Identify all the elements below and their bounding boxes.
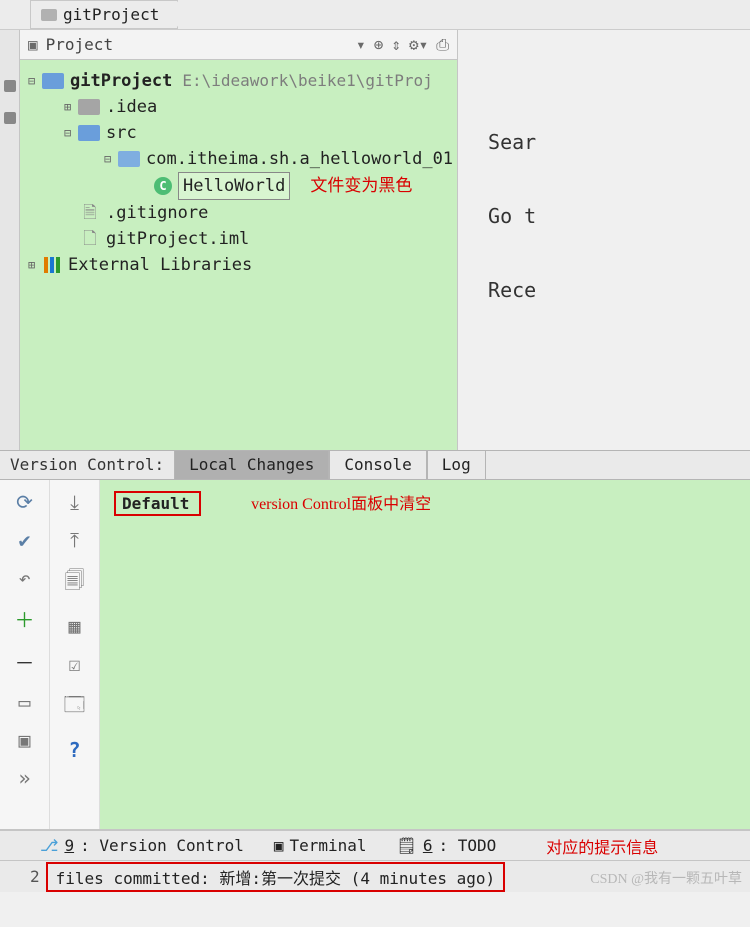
folder-icon — [78, 125, 100, 141]
expand-all-icon[interactable]: ⤓ — [70, 490, 79, 514]
folder-icon — [41, 9, 57, 21]
group-icon[interactable]: ▦ — [68, 614, 80, 638]
tab-log[interactable]: Log — [427, 451, 486, 479]
status-message: files committed: 新增:第一次提交 (4 minutes ago… — [46, 862, 506, 892]
target-icon[interactable]: ⊕ — [374, 35, 384, 54]
gitignore-label: .gitignore — [106, 200, 208, 226]
vc-toolbar-left2: ⤓ ⤒ 🗐 ▦ ☑ 🗔 ? — [50, 480, 100, 829]
libraries-icon — [42, 256, 62, 274]
root-path: E:\ideawork\beike1\gitProj — [182, 68, 432, 94]
editor-empty-hints: Sear Go t Rece — [458, 30, 750, 450]
tree-package[interactable]: ⊟ com.itheima.sh.a_helloworld_01 — [24, 146, 453, 172]
annotation-panel-clear: version Control面板中清空 — [251, 496, 431, 513]
project-tool-window: ▣ Project ▾ ⊕ ⇕ ⚙▾ ⎙ ⊟ gitProject E:\ide… — [20, 30, 458, 450]
filter-icon[interactable]: ☑ — [68, 652, 80, 676]
status-bar: 2 files committed: 新增:第一次提交 (4 minutes a… — [0, 860, 750, 892]
project-tree[interactable]: ⊟ gitProject E:\ideawork\beike1\gitProj … — [20, 60, 457, 450]
breadcrumb-bar: gitProject — [0, 0, 750, 30]
hint-goto: Go t — [488, 204, 750, 228]
bottom-toolwindow-tabs: ⎇ 9 : Version Control ▣ Terminal 🗒 6 : T… — [0, 830, 750, 860]
terminal-icon: ▣ — [274, 836, 284, 855]
todo-icon: 🗒 — [397, 836, 417, 855]
collapse-all-icon[interactable]: ⤒ — [70, 528, 79, 552]
commit-icon[interactable]: ✔ — [18, 528, 30, 552]
copy-icon[interactable]: 🗐 — [65, 566, 85, 600]
more-icon[interactable]: » — [18, 766, 30, 790]
idea-label: .idea — [106, 94, 157, 120]
tree-idea[interactable]: ⊞ .idea — [24, 94, 453, 120]
collapse-icon[interactable]: ⊟ — [104, 146, 118, 172]
tab-version-control[interactable]: ⎇ 9 : Version Control — [40, 836, 244, 855]
remove-icon[interactable]: － — [15, 647, 35, 676]
external-label: External Libraries — [68, 252, 252, 278]
preview-icon[interactable]: 🗔 — [64, 690, 86, 724]
collapse-icon[interactable]: ⊟ — [64, 120, 78, 146]
collapse-icon[interactable]: ⊟ — [28, 68, 42, 94]
changes-tree[interactable]: Default version Control面板中清空 — [100, 480, 750, 829]
breadcrumb-label: gitProject — [63, 5, 159, 24]
package-icon — [118, 151, 140, 167]
tree-src[interactable]: ⊟ src — [24, 120, 453, 146]
vc-label: : Version Control — [80, 836, 244, 855]
hint-search: Sear — [488, 130, 750, 154]
refresh-icon[interactable]: ⟳ — [16, 490, 33, 514]
tree-iml[interactable]: 🗋 gitProject.iml — [24, 226, 453, 252]
dropdown-icon[interactable]: ▾ — [356, 35, 366, 54]
tree-class[interactable]: C HelloWorld 文件变为黑色 — [24, 172, 453, 200]
folder-icon: ▣ — [28, 35, 38, 54]
project-pane-header: ▣ Project ▾ ⊕ ⇕ ⚙▾ ⎙ — [20, 30, 457, 60]
tree-gitignore[interactable]: 🗎 .gitignore — [24, 200, 453, 226]
folder-icon — [42, 73, 64, 89]
msg-body: 新增:第一次提交 — [219, 869, 341, 888]
gear-icon[interactable]: ⚙▾ — [409, 35, 428, 54]
class-label: HelloWorld — [178, 172, 290, 200]
todo-num: 6 — [423, 836, 433, 855]
side-tab-structure[interactable] — [4, 112, 16, 124]
annotation-bottom-hint: 对应的提示信息 — [546, 834, 658, 858]
branch-icon: ⎇ — [40, 836, 58, 855]
shelve-icon[interactable]: ▭ — [18, 690, 30, 714]
breadcrumb-project[interactable]: gitProject — [30, 0, 178, 29]
terminal-label: Terminal — [289, 836, 366, 855]
iml-icon: 🗋 — [80, 230, 100, 248]
expand-icon[interactable]: ⊞ — [64, 94, 78, 120]
vc-toolbar-left: ⟳ ✔ ↶ ＋ － ▭ ▣ » — [0, 480, 50, 829]
watermark: CSDN @我有一颗五叶草 — [590, 868, 742, 888]
expand-icon[interactable]: ⊞ — [28, 252, 42, 278]
vc-num: 9 — [64, 836, 74, 855]
left-toolwindow-stripe[interactable] — [0, 30, 20, 450]
collapse-icon[interactable]: ⇕ — [391, 35, 401, 54]
iml-label: gitProject.iml — [106, 226, 249, 252]
annotation-file-black: 文件变为黑色 — [310, 173, 412, 199]
src-label: src — [106, 120, 137, 146]
file-icon: 🗎 — [80, 204, 100, 222]
vc-label: Version Control: — [0, 451, 174, 479]
tree-external-libs[interactable]: ⊞ External Libraries — [24, 252, 453, 278]
root-label: gitProject — [70, 68, 172, 94]
side-tab-project[interactable] — [4, 80, 16, 92]
version-control-panel: ⟳ ✔ ↶ ＋ － ▭ ▣ » ⤓ ⤒ 🗐 ▦ ☑ 🗔 ? Default ve… — [0, 480, 750, 830]
help-icon[interactable]: ? — [68, 738, 80, 762]
tree-root[interactable]: ⊟ gitProject E:\ideawork\beike1\gitProj — [24, 68, 453, 94]
tab-terminal[interactable]: ▣ Terminal — [274, 836, 367, 855]
tab-local-changes[interactable]: Local Changes — [174, 451, 329, 479]
hint-recent: Rece — [488, 278, 750, 302]
class-icon: C — [154, 177, 172, 195]
revert-icon[interactable]: ↶ — [18, 566, 30, 590]
tab-console[interactable]: Console — [329, 451, 426, 479]
default-changelist[interactable]: Default — [114, 491, 201, 516]
unshelve-icon[interactable]: ▣ — [18, 728, 30, 752]
todo-label: : TODO — [439, 836, 497, 855]
status-counter: 2 — [30, 867, 40, 886]
version-control-tabs: Version Control: Local Changes Console L… — [0, 450, 750, 480]
tab-todo[interactable]: 🗒 6 : TODO — [397, 836, 497, 855]
pane-title: Project — [46, 35, 113, 54]
msg-prefix: files committed: — [56, 869, 220, 888]
folder-icon — [78, 99, 100, 115]
msg-time: (4 minutes ago) — [341, 869, 495, 888]
hide-icon[interactable]: ⎙ — [436, 35, 449, 55]
add-icon[interactable]: ＋ — [15, 604, 35, 633]
package-label: com.itheima.sh.a_helloworld_01 — [146, 146, 453, 172]
